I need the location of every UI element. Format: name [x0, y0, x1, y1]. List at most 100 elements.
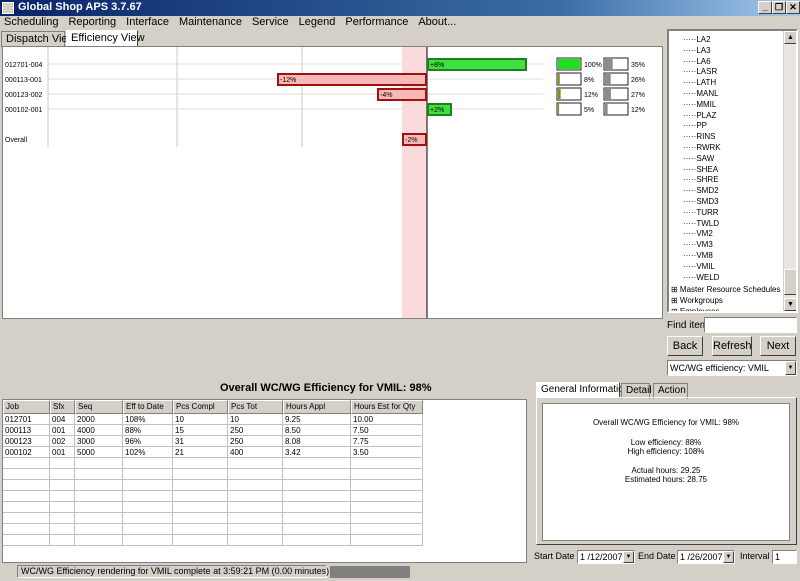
menu-maintenance[interactable]: Maintenance: [174, 16, 247, 29]
grid-empty-cell[interactable]: [228, 513, 283, 524]
chevron-down-icon[interactable]: ▼: [785, 361, 796, 375]
grid-cell[interactable]: 4000: [75, 425, 123, 436]
grid-empty-cell[interactable]: [123, 480, 173, 491]
resource-tree[interactable]: ·····LA2 ·····LA3 ·····LA6 ·····LASR ·····LA…: [667, 29, 798, 313]
grid-empty-cell[interactable]: [173, 502, 228, 513]
end-date-picker[interactable]: 1 /26/2007 ▼: [677, 550, 735, 564]
grid-empty-cell[interactable]: [3, 491, 50, 502]
grid-empty-cell[interactable]: [228, 524, 283, 535]
grid-empty-cell[interactable]: [351, 458, 423, 469]
grid-cell[interactable]: 31: [173, 436, 228, 447]
grid-empty-cell[interactable]: [173, 524, 228, 535]
tree-item[interactable]: ·····LA6: [683, 57, 711, 66]
tree-group[interactable]: ⊞ Employees: [671, 307, 720, 311]
grid-empty-cell[interactable]: [50, 513, 75, 524]
chevron-down-icon[interactable]: ▼: [623, 551, 634, 563]
chevron-down-icon[interactable]: ▼: [723, 551, 734, 563]
grid-empty-cell[interactable]: [123, 535, 173, 546]
grid-empty-cell[interactable]: [75, 480, 123, 491]
close-button[interactable]: ✕: [786, 1, 800, 14]
grid-empty-cell[interactable]: [3, 535, 50, 546]
grid-empty-cell[interactable]: [75, 469, 123, 480]
grid-column-header[interactable]: Seq: [75, 400, 123, 414]
back-button[interactable]: Back: [667, 336, 703, 356]
grid-cell[interactable]: 012701: [3, 414, 50, 425]
grid-empty-cell[interactable]: [173, 491, 228, 502]
next-button[interactable]: Next: [760, 336, 796, 356]
grid-empty-cell[interactable]: [283, 524, 351, 535]
grid-empty-cell[interactable]: [3, 502, 50, 513]
grid-cell[interactable]: 5000: [75, 447, 123, 458]
grid-cell[interactable]: 001: [50, 425, 75, 436]
efficiency-grid[interactable]: Job Sfx Seq Eff to Date Pcs Compl Pcs Tot Hour…: [2, 399, 527, 563]
grid-empty-cell[interactable]: [75, 513, 123, 524]
grid-empty-cell[interactable]: [3, 458, 50, 469]
grid-column-header[interactable]: Pcs Compl: [173, 400, 228, 414]
grid-empty-cell[interactable]: [283, 513, 351, 524]
scroll-thumb[interactable]: [784, 269, 796, 295]
grid-cell[interactable]: 8.50: [283, 425, 351, 436]
grid-empty-cell[interactable]: [50, 480, 75, 491]
menu-interface[interactable]: Interface: [121, 16, 174, 29]
grid-column-header[interactable]: Hours Est for Qty: [351, 400, 423, 414]
grid-empty-cell[interactable]: [228, 458, 283, 469]
tree-item[interactable]: ·····SHEA: [683, 165, 718, 174]
grid-empty-cell[interactable]: [351, 535, 423, 546]
grid-cell[interactable]: 15: [173, 425, 228, 436]
grid-cell[interactable]: 400: [228, 447, 283, 458]
grid-column-header[interactable]: Sfx: [50, 400, 75, 414]
tree-item[interactable]: ·····LA2: [683, 35, 711, 44]
grid-empty-cell[interactable]: [351, 469, 423, 480]
grid-empty-cell[interactable]: [50, 469, 75, 480]
grid-cell[interactable]: 000113: [3, 425, 50, 436]
grid-cell[interactable]: 2000: [75, 414, 123, 425]
tree-item[interactable]: ·····MANL: [683, 89, 719, 98]
tree-item[interactable]: ·····WELD: [683, 273, 719, 282]
grid-cell[interactable]: 002: [50, 436, 75, 447]
grid-cell[interactable]: 3.42: [283, 447, 351, 458]
tree-scrollbar[interactable]: ▲ ▼: [783, 31, 796, 311]
grid-empty-cell[interactable]: [3, 469, 50, 480]
tree-item[interactable]: ·····SMD3: [683, 197, 719, 206]
grid-cell[interactable]: 7.50: [351, 425, 423, 436]
interval-input[interactable]: [772, 550, 797, 564]
menu-about[interactable]: About...: [413, 16, 461, 29]
start-date-picker[interactable]: 1 /12/2007 ▼: [577, 550, 635, 564]
restore-button[interactable]: ❐: [772, 1, 786, 14]
tree-item[interactable]: ·····PLAZ: [683, 111, 716, 120]
grid-column-header[interactable]: Job: [3, 400, 50, 414]
grid-empty-cell[interactable]: [50, 524, 75, 535]
tree-item[interactable]: ·····RWRK: [683, 143, 721, 152]
tree-item[interactable]: ·····SMD2: [683, 186, 719, 195]
grid-empty-cell[interactable]: [228, 480, 283, 491]
grid-empty-cell[interactable]: [173, 513, 228, 524]
grid-cell[interactable]: 250: [228, 425, 283, 436]
grid-empty-cell[interactable]: [351, 480, 423, 491]
grid-cell[interactable]: 3.50: [351, 447, 423, 458]
menu-performance[interactable]: Performance: [340, 16, 413, 29]
grid-empty-cell[interactable]: [351, 502, 423, 513]
grid-empty-cell[interactable]: [173, 480, 228, 491]
grid-column-header[interactable]: Hours Appl: [283, 400, 351, 414]
grid-empty-cell[interactable]: [228, 502, 283, 513]
grid-empty-cell[interactable]: [351, 491, 423, 502]
grid-empty-cell[interactable]: [123, 469, 173, 480]
grid-empty-cell[interactable]: [123, 502, 173, 513]
tree-item[interactable]: ·····VM8: [683, 251, 713, 260]
grid-column-header[interactable]: Eff to Date: [123, 400, 173, 414]
tree-item[interactable]: ·····SAW: [683, 154, 714, 163]
tree-item[interactable]: ·····LA3: [683, 46, 711, 55]
tree-group[interactable]: ⊞ Master Resource Schedules: [671, 285, 780, 294]
grid-cell[interactable]: 001: [50, 447, 75, 458]
grid-empty-cell[interactable]: [283, 491, 351, 502]
tab-general-information[interactable]: General Information: [536, 382, 629, 398]
grid-empty-cell[interactable]: [283, 502, 351, 513]
grid-empty-cell[interactable]: [228, 491, 283, 502]
grid-cell[interactable]: 000123: [3, 436, 50, 447]
grid-cell[interactable]: 21: [173, 447, 228, 458]
grid-cell[interactable]: 004: [50, 414, 75, 425]
tree-item[interactable]: ·····TURR: [683, 208, 719, 217]
grid-empty-cell[interactable]: [351, 513, 423, 524]
grid-empty-cell[interactable]: [173, 535, 228, 546]
refresh-button[interactable]: Refresh: [712, 336, 752, 356]
